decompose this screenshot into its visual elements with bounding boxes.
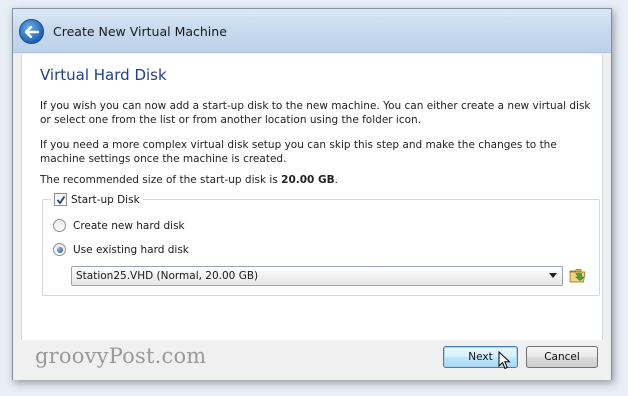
startup-disk-label: Start-up Disk <box>71 193 140 206</box>
wizard-page: Virtual Hard Disk If you wish you can no… <box>21 54 603 340</box>
use-existing-disk-option[interactable]: Use existing hard disk <box>53 243 189 256</box>
title-bar: Create New Virtual Machine <box>13 9 611 53</box>
back-button[interactable] <box>19 19 44 44</box>
advanced-setup-text: If you need a more complex virtual disk … <box>40 139 557 165</box>
create-new-disk-label: Create new hard disk <box>73 219 185 232</box>
create-new-disk-option[interactable]: Create new hard disk <box>53 219 185 232</box>
wizard-window: Create New Virtual Machine Virtual Hard … <box>12 8 612 380</box>
existing-disk-value: Station25.VHD (Normal, 20.00 GB) <box>76 270 259 282</box>
recommended-size-text: The recommended size of the start-up dis… <box>40 173 600 187</box>
back-arrow-icon <box>24 25 39 38</box>
page-title: Virtual Hard Disk <box>40 66 167 84</box>
wizard-footer: groovyPost.com Next Cancel <box>13 340 611 380</box>
folder-icon[interactable] <box>569 267 587 284</box>
watermark: groovyPost.com <box>35 344 207 368</box>
radio-selected-dot <box>56 246 63 253</box>
intro-text: If you wish you can now add a start-up d… <box>40 100 591 126</box>
chevron-down-icon <box>549 273 557 278</box>
window-title: Create New Virtual Machine <box>53 24 227 39</box>
use-existing-disk-label: Use existing hard disk <box>73 243 189 256</box>
recommended-prefix: The recommended size of the start-up dis… <box>40 174 282 186</box>
recommended-suffix: . <box>334 174 338 186</box>
use-existing-disk-radio[interactable] <box>53 243 66 256</box>
cancel-button[interactable]: Cancel <box>526 346 598 368</box>
startup-disk-group: Start-up Disk Create new hard disk Use e… <box>42 192 600 296</box>
startup-disk-checkbox[interactable] <box>54 193 67 206</box>
checkmark-icon <box>56 195 65 204</box>
mouse-cursor-icon <box>498 351 511 370</box>
startup-disk-checkbox-row[interactable]: Start-up Disk <box>51 192 143 207</box>
create-new-disk-radio[interactable] <box>53 219 66 232</box>
recommended-size-value: 20.00 GB <box>281 174 335 186</box>
existing-disk-select[interactable]: Station25.VHD (Normal, 20.00 GB) <box>71 266 563 286</box>
